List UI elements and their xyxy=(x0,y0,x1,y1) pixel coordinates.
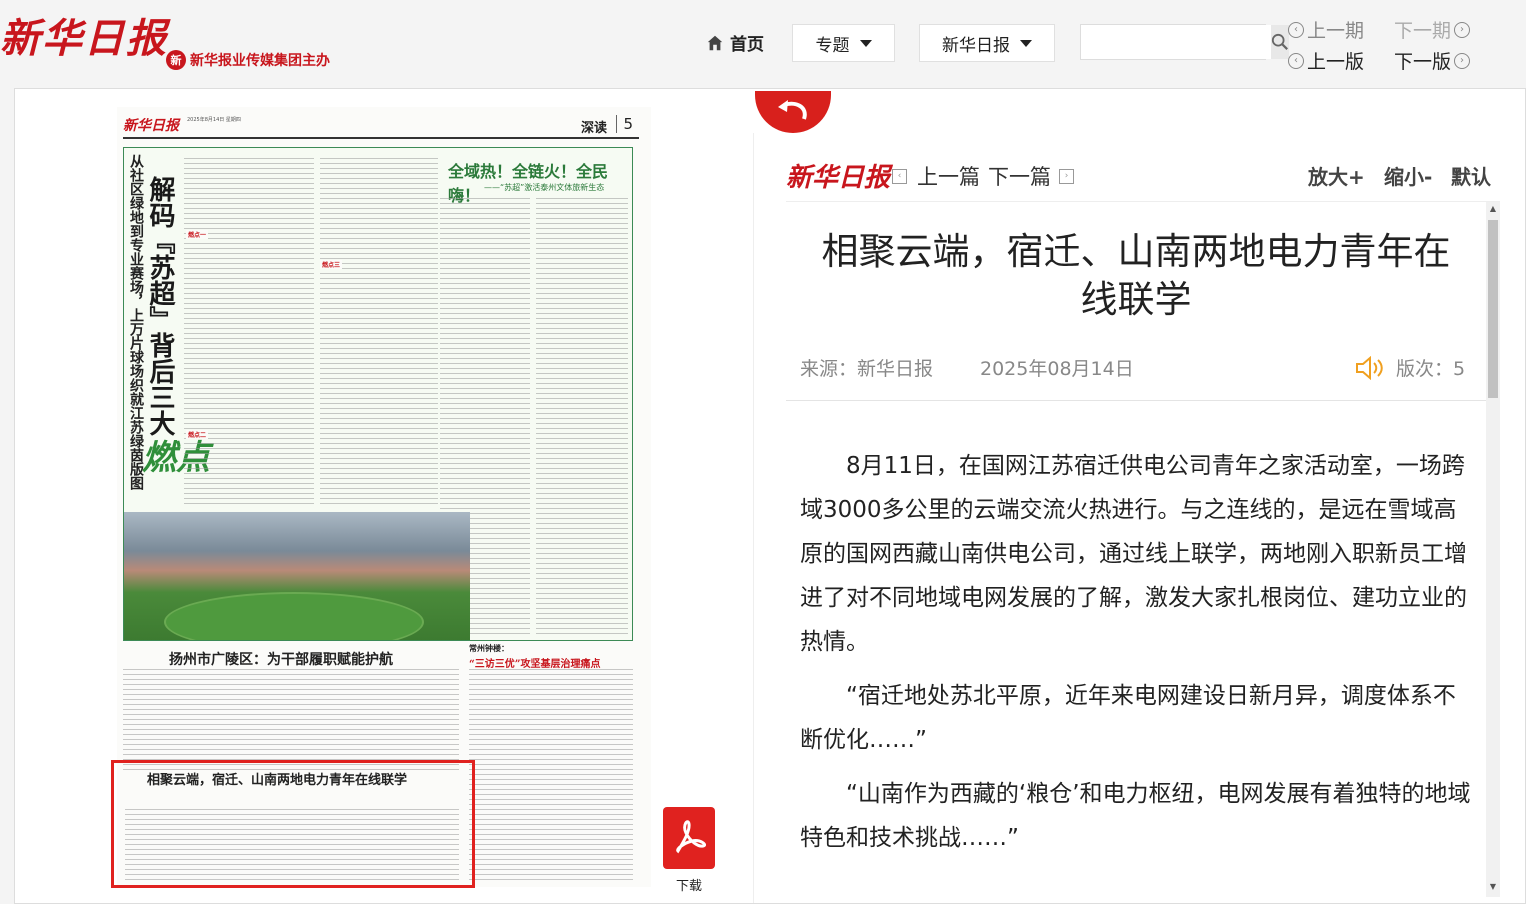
top-header: 新华日报 新 新华报业传媒集团主办 首页 专题 新华日报 ‹ 上一期 下一期 ›… xyxy=(0,0,1526,88)
topics-label: 专题 xyxy=(815,35,850,56)
text-column xyxy=(320,158,438,508)
scroll-down-icon[interactable]: ▼ xyxy=(1488,882,1498,896)
prev-page-link[interactable]: ‹ 上一版 xyxy=(1288,47,1364,74)
scroll-thumb[interactable] xyxy=(1488,220,1498,398)
guangling-headline[interactable]: 扬州市广陵区：为干部履职赋能护航 xyxy=(169,649,393,669)
prev-article-link[interactable]: ‹ 上一篇 xyxy=(892,161,980,191)
subhead: 燃点二 xyxy=(186,430,209,439)
zoom-out-button[interactable]: 缩小- xyxy=(1384,161,1432,190)
article-source: 来源：新华日报 xyxy=(800,358,934,380)
changzhou-headline[interactable]: “三访三优”攻坚基层治理痛点 xyxy=(469,655,601,670)
caret-down-icon xyxy=(1020,39,1032,47)
newspaper-masthead: 新华日报 2025年8月14日 星期四 深读 5 xyxy=(123,113,639,139)
topics-dropdown[interactable]: 专题 xyxy=(792,24,895,62)
prev-page-label: 上一版 xyxy=(1307,51,1365,73)
newspaper-date: 2025年8月14日 星期四 xyxy=(187,117,241,123)
back-button[interactable] xyxy=(755,91,831,133)
article-meta: 来源：新华日报 2025年08月14日 版次：5 xyxy=(800,354,1480,384)
article-paragraph: “宿迁地处苏北平原，近年来电网建设日新月异，调度体系不断优化……” xyxy=(800,683,1456,753)
circle-right-icon: › xyxy=(1454,52,1471,69)
pitch xyxy=(164,592,424,640)
zoom-in-button[interactable]: 放大+ xyxy=(1308,161,1365,190)
next-issue-label: 下一期 xyxy=(1394,20,1452,42)
search-button[interactable] xyxy=(1271,25,1289,59)
side-article-subhead: ——“苏超”激活泰州文体旅新生态 xyxy=(484,183,605,192)
text-column xyxy=(536,198,628,638)
home-link[interactable]: 首页 xyxy=(706,30,764,55)
newspaper-section: 深读 xyxy=(580,121,607,136)
paper-label: 新华日报 xyxy=(942,35,1010,56)
stadium-photo xyxy=(124,512,470,640)
newspaper-page-number: 5 xyxy=(616,115,633,133)
search-box xyxy=(1080,24,1289,60)
next-issue-link[interactable]: 下一期 › xyxy=(1394,16,1471,43)
prev-issue-label: 上一期 xyxy=(1307,20,1365,42)
pdf-download-button[interactable] xyxy=(663,807,715,869)
divider xyxy=(786,400,1486,401)
circle-left-icon: ‹ xyxy=(1288,52,1304,69)
speaker-icon[interactable] xyxy=(1354,356,1384,380)
text-column xyxy=(123,669,459,773)
next-page-link[interactable]: 下一版 › xyxy=(1394,47,1471,74)
subhead: 燃点一 xyxy=(186,230,209,239)
next-article-label: 下一篇 xyxy=(988,165,1051,189)
back-arrow-icon xyxy=(778,100,807,120)
prev-article-label: 上一篇 xyxy=(917,165,980,189)
zoom-default-button[interactable]: 默认 xyxy=(1451,161,1491,190)
next-article-link[interactable]: 下一篇 › xyxy=(988,161,1074,191)
next-page-label: 下一版 xyxy=(1394,51,1452,73)
search-icon xyxy=(1271,33,1288,50)
prev-issue-link[interactable]: ‹ 上一期 xyxy=(1288,16,1364,43)
paper-dropdown[interactable]: 新华日报 xyxy=(919,24,1055,62)
subhead: 燃点三 xyxy=(320,260,343,269)
article-paragraph: “山南作为西藏的‘粮仓’和电力枢纽，电网发展有着独特的地域特色和技术挑战……” xyxy=(800,781,1471,851)
article-scroll-area[interactable]: 相聚云端，宿迁、山南两地电力青年在线联学 来源：新华日报 2025年08月14日… xyxy=(786,201,1500,897)
download-label[interactable]: 下载 xyxy=(663,875,715,894)
article-page: 版次：5 xyxy=(1396,358,1466,380)
publisher-mark-icon: 新 xyxy=(166,50,186,70)
site-logo[interactable]: 新华日报 xyxy=(0,6,168,64)
publisher-line: 新 新华报业传媒集团主办 xyxy=(166,50,330,70)
panel-logo: 新华日报 xyxy=(786,163,891,193)
feature-article-block[interactable]: 从社区绿地到专业赛场，上万片球场织就江苏绿茵版图 解码『苏超』背后三大 燃点 燃… xyxy=(123,147,633,641)
article-title: 相聚云端，宿迁、山南两地电力青年在线联学 xyxy=(821,230,1451,321)
caret-down-icon xyxy=(859,39,872,47)
text-column xyxy=(184,158,314,508)
circle-left-icon: ‹ xyxy=(1288,21,1304,38)
square-left-icon: ‹ xyxy=(892,168,907,184)
text-column xyxy=(469,669,633,883)
scroll-up-icon[interactable]: ▲ xyxy=(1488,204,1498,218)
home-icon xyxy=(707,35,723,50)
article-panel: 新华日报 ‹ 上一篇 下一篇 › 放大+ 缩小- 默认 相聚云端，宿迁、山南两地… xyxy=(753,133,1513,903)
selected-article-title: 相聚云端，宿迁、山南两地电力青年在线联学 xyxy=(147,773,408,788)
home-label: 首页 xyxy=(730,35,764,55)
article-body: 8月11日，在国网江苏宿迁供电公司青年之家活动室，一场跨域3000多公里的云端交… xyxy=(800,444,1476,870)
article-date: 2025年08月14日 xyxy=(980,358,1134,380)
square-right-icon: › xyxy=(1059,168,1074,184)
changzhou-kicker: 常州钟楼： xyxy=(469,643,509,653)
feature-headline: 解码『苏超』背后三大 xyxy=(145,176,175,436)
article-paragraph: 8月11日，在国网江苏宿迁供电公司青年之家活动室，一场跨域3000多公里的云端交… xyxy=(800,453,1467,655)
scrollbar[interactable]: ▲ ▼ xyxy=(1486,202,1500,897)
search-input[interactable] xyxy=(1081,25,1271,59)
main-frame: 新华日报 2025年8月14日 星期四 深读 5 从社区绿地到专业赛场，上万片球… xyxy=(14,88,1526,904)
publisher-text: 新华报业传媒集团主办 xyxy=(190,53,330,69)
pdf-icon xyxy=(676,820,706,854)
newspaper-logo: 新华日报 xyxy=(123,118,179,134)
circle-right-icon: › xyxy=(1454,21,1471,38)
